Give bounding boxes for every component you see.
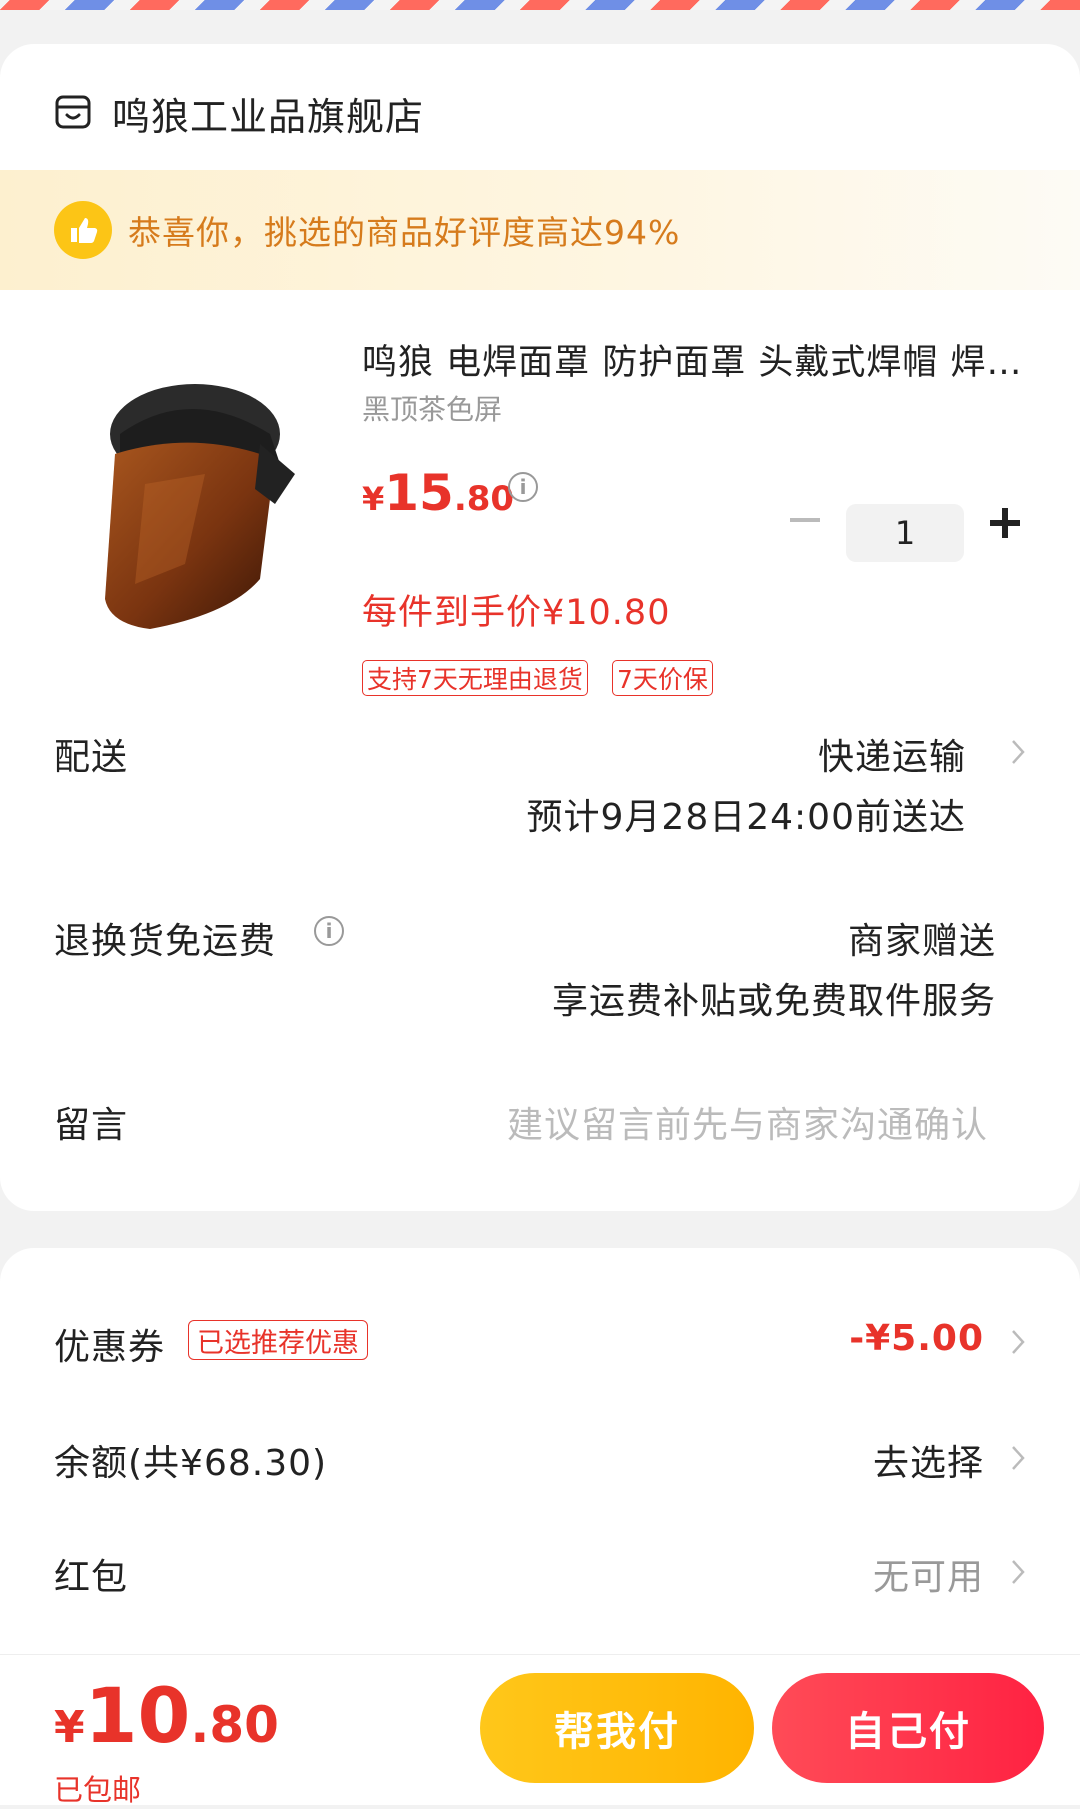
balance-label: 余额(共¥68.30) <box>54 1443 328 1484</box>
product-price: ¥ 15 .80 <box>362 464 514 522</box>
self-pay-button[interactable]: 自己付 <box>772 1673 1044 1783</box>
total-price: ¥ 10 .80 <box>54 1671 279 1760</box>
price-info-icon[interactable]: i <box>508 472 538 502</box>
store-name: 鸣狼工业品旗舰店 <box>112 94 425 139</box>
return-shipping-label: 退换货免运费 <box>54 921 277 962</box>
store-header[interactable]: 鸣狼工业品旗舰店 <box>54 82 424 144</box>
quantity-plus-button[interactable] <box>988 506 1022 540</box>
chevron-right-icon[interactable] <box>1010 1444 1026 1472</box>
quantity-minus-button[interactable] <box>790 518 820 522</box>
tag-7day-return: 支持7天无理由退货 <box>362 660 588 696</box>
return-shipping-value: 商家赠送 <box>847 921 996 962</box>
delivery-method[interactable]: 快递运输 <box>818 728 966 780</box>
chevron-right-icon[interactable] <box>1010 1328 1026 1356</box>
thumbs-up-icon <box>54 201 112 259</box>
coupon-badge: 已选推荐优惠 <box>188 1320 368 1360</box>
shipping-note: 已包邮 <box>54 1773 142 1807</box>
delivery-label: 配送 <box>54 737 129 778</box>
order-card: 鸣狼工业品旗舰店 恭喜你，挑选的商品好评度高达94% 鸣狼 电焊面罩 防护面罩 … <box>0 44 1080 1211</box>
delivery-eta: 预计9月28日24:00前送达 <box>526 797 966 838</box>
message-input[interactable]: 建议留言前先与商家沟通确认 <box>507 1096 988 1148</box>
coupon-label: 优惠券 <box>54 1327 166 1368</box>
message-label: 留言 <box>54 1105 129 1146</box>
help-pay-button[interactable]: 帮我付 <box>480 1673 754 1783</box>
price-symbol: ¥ <box>362 480 385 518</box>
hand-price: 每件到手价¥10.80 <box>362 593 671 633</box>
checkout-bar: ¥ 10 .80 已包邮 帮我付 自己付 <box>0 1654 1080 1807</box>
chevron-right-icon[interactable] <box>1010 1558 1026 1586</box>
total-decimal: .80 <box>190 1696 279 1754</box>
store-icon <box>55 95 91 129</box>
balance-value[interactable]: 去选择 <box>873 1434 984 1486</box>
praise-text: 恭喜你，挑选的商品好评度高达94% <box>128 213 681 252</box>
airmail-stripe <box>0 0 1080 10</box>
quantity-field[interactable]: 1 <box>846 504 964 562</box>
total-integer: 10 <box>84 1671 191 1760</box>
product-title[interactable]: 鸣狼 电焊面罩 防护面罩 头戴式焊帽 焊工专用 <box>362 334 1022 385</box>
chevron-right-icon[interactable] <box>1010 738 1026 766</box>
price-decimal: .80 <box>453 479 515 519</box>
product-image[interactable] <box>60 364 310 634</box>
price-integer: 15 <box>384 464 454 522</box>
coupon-value[interactable]: -¥5.00 <box>849 1318 984 1359</box>
praise-banner: 恭喜你，挑选的商品好评度高达94% <box>0 170 1080 290</box>
total-symbol: ¥ <box>54 1702 85 1753</box>
return-shipping-detail: 享运费补贴或免费取件服务 <box>551 981 996 1022</box>
return-info-icon[interactable]: i <box>314 916 344 946</box>
red-packet-value[interactable]: 无可用 <box>873 1548 984 1600</box>
red-packet-label: 红包 <box>54 1557 129 1598</box>
discount-card: 优惠券 已选推荐优惠 -¥5.00 余额(共¥68.30) 去选择 红包 无可用 <box>0 1248 1080 1668</box>
product-variant[interactable]: 黑顶茶色屏 <box>362 388 502 428</box>
tag-price-protect: 7天价保 <box>612 660 713 696</box>
